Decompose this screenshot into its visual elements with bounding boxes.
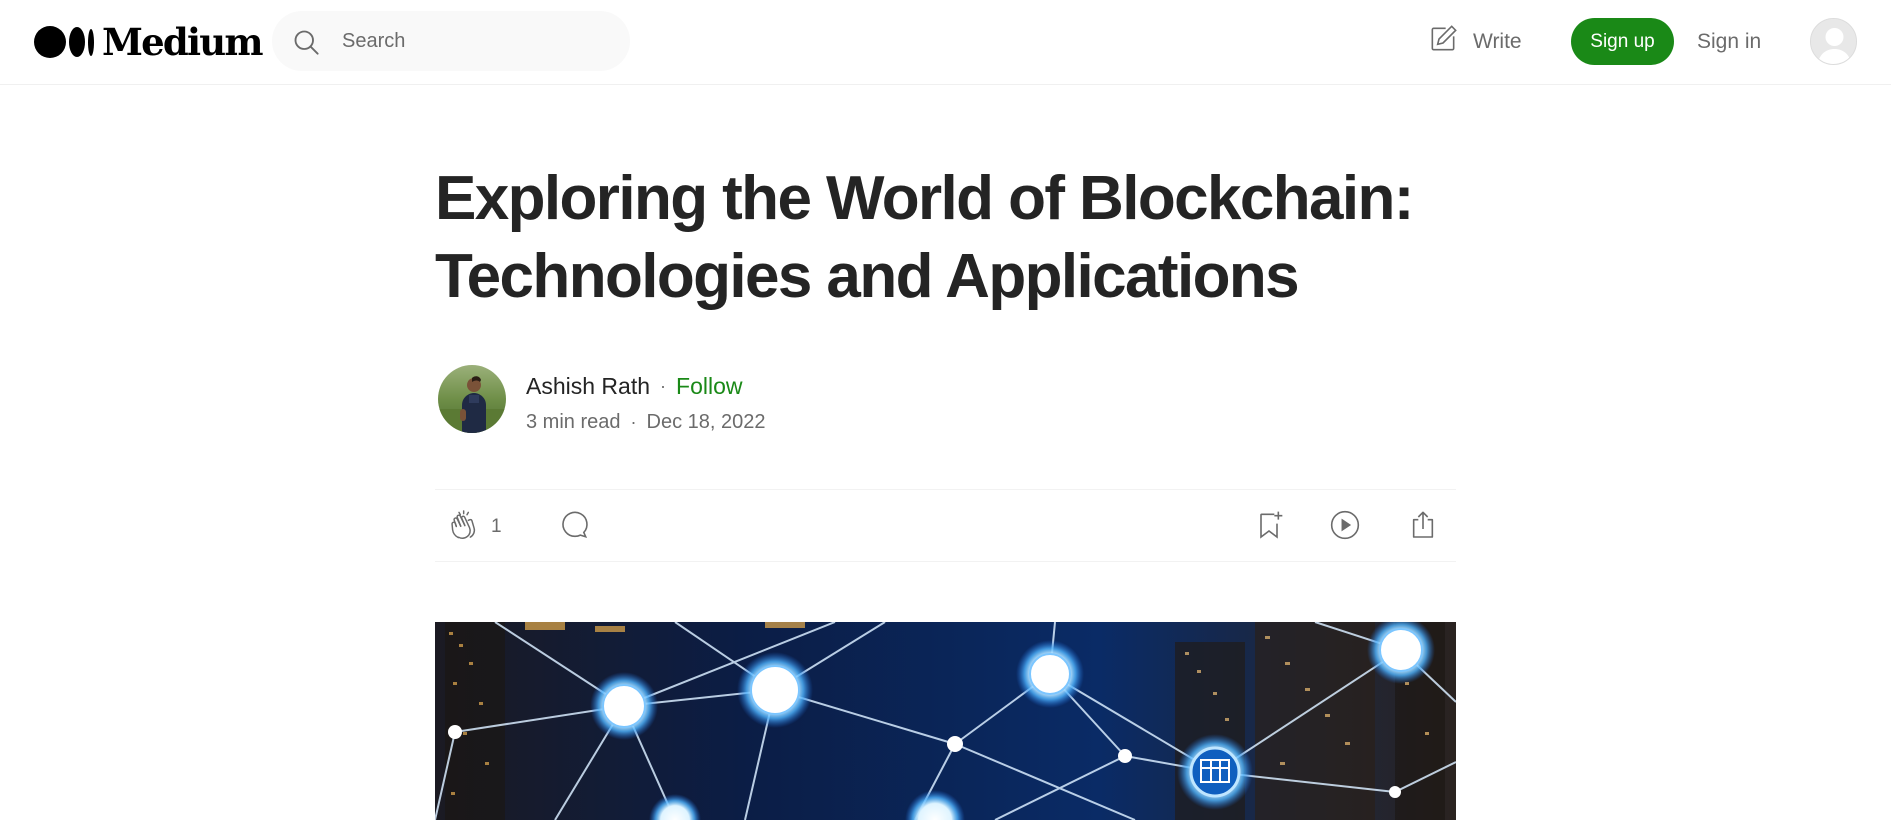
search-icon [292, 28, 320, 56]
comment-icon [559, 509, 591, 546]
user-avatar[interactable] [1810, 18, 1857, 65]
clap-button[interactable]: 1 [449, 509, 502, 546]
write-icon [1427, 23, 1459, 61]
blockchain-network-illustration [435, 622, 1456, 820]
listen-button[interactable] [1329, 510, 1361, 544]
article-title: Exploring the World of Blockchain: Techn… [435, 164, 1414, 311]
article-hero-image [435, 622, 1456, 820]
medium-wordmark: Medium [102, 20, 263, 64]
medium-logo[interactable]: Medium [34, 20, 263, 64]
bookmark-add-icon [1253, 509, 1285, 546]
play-icon [1329, 509, 1361, 546]
sign-up-button[interactable]: Sign up [1571, 18, 1674, 65]
share-icon [1407, 509, 1439, 546]
write-label: Write [1473, 30, 1522, 53]
search-input[interactable] [342, 21, 612, 61]
author-photo [438, 365, 506, 433]
sign-in-link[interactable]: Sign in [1697, 22, 1761, 62]
save-button[interactable] [1253, 510, 1285, 544]
author-line: Ashish Rath · Follow [526, 370, 742, 402]
publish-date: Dec 18, 2022 [646, 410, 766, 433]
medium-logo-mark [34, 26, 94, 58]
default-user-icon [1811, 19, 1856, 64]
clap-count: 1 [491, 516, 502, 537]
separator-dot: · [660, 375, 667, 396]
author-name[interactable]: Ashish Rath [526, 373, 650, 400]
separator-dot: · [630, 411, 637, 432]
clap-icon [449, 509, 481, 546]
top-navigation-bar: Medium Write Sign up Sign in [0, 0, 1891, 85]
follow-button[interactable]: Follow [676, 373, 742, 400]
author-avatar[interactable] [438, 365, 506, 433]
article-meta: 3 min read · Dec 18, 2022 [526, 408, 765, 436]
write-button[interactable]: Write [1427, 22, 1522, 62]
read-time: 3 min read [526, 410, 621, 433]
share-button[interactable] [1407, 510, 1439, 544]
article-action-bar: 1 [435, 489, 1456, 562]
respond-button[interactable] [559, 510, 591, 544]
search-bar[interactable] [272, 11, 630, 71]
